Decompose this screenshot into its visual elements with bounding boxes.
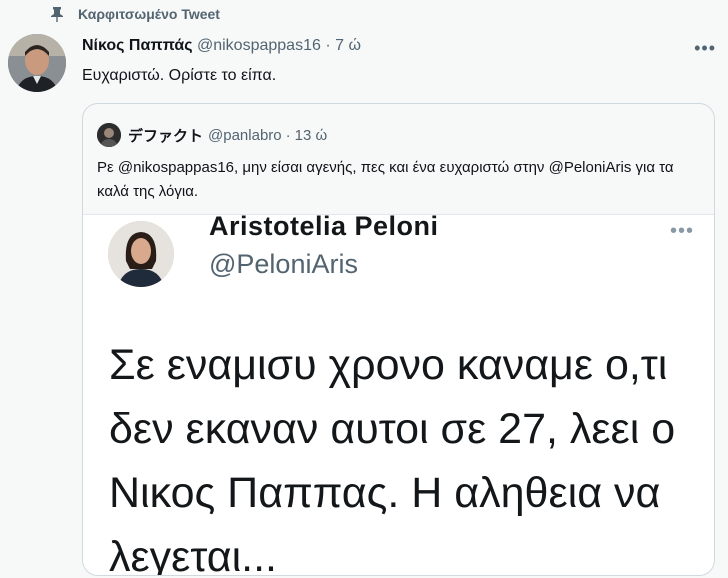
tweet-header: Νίκος Παππάς @nikospappas16 · 7 ώ — [82, 37, 361, 55]
separator: · — [325, 37, 331, 54]
quoted-tweet-text: Ρε @nikospappas16, μην είσαι αγενής, πες… — [97, 159, 674, 200]
more-icon[interactable]: ••• — [694, 38, 716, 59]
pinned-label: Καρφιτσωμένο Tweet — [78, 6, 220, 22]
quoted-tweet-image[interactable]: Aristotelia Peloni @PeloniAris ••• Σε εν… — [83, 214, 714, 576]
separator: · — [285, 126, 291, 144]
tweet-text: Ευχαριστώ. Ορίστε το είπα. — [82, 67, 277, 84]
image-more-icon: ••• — [669, 220, 694, 242]
quoted-tweet[interactable]: デファクト @panlabro · 13 ώ Ρε @nikospappas16… — [82, 103, 715, 576]
author-avatar[interactable] — [8, 34, 66, 92]
image-avatar — [108, 221, 174, 287]
author-handle[interactable]: @nikospappas16 — [197, 37, 321, 54]
image-text: Σε εναμισυ χρονο καναμε ο,τι δεν εκαναν … — [109, 341, 676, 576]
quoted-tweet-time: 13 ώ — [294, 126, 328, 144]
tweet-time[interactable]: 7 ώ — [335, 37, 361, 54]
quoted-avatar-photo — [97, 123, 121, 147]
quoted-tweet-header: デファクト @panlabro · 13 ώ — [97, 123, 331, 147]
image-author-name: Aristotelia Peloni — [209, 214, 439, 241]
pinned-tweet-indicator: Καρφιτσωμένο Tweet — [50, 6, 220, 22]
quoted-author-name: デファクト — [128, 127, 204, 145]
image-author-handle: @PeloniAris — [209, 249, 358, 279]
image-avatar-photo — [108, 221, 174, 287]
pin-icon — [51, 7, 63, 22]
author-name[interactable]: Νίκος Παππάς — [82, 37, 193, 54]
avatar-photo — [8, 34, 66, 92]
quoted-author-avatar — [97, 123, 121, 147]
quoted-author-handle: @panlabro — [208, 126, 282, 144]
